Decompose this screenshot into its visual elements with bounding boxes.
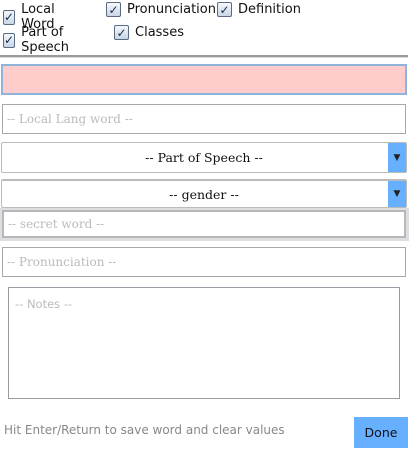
part-of-speech-select[interactable]: -- Part of Speech -- ▼ <box>1 142 407 173</box>
select-value: -- Part of Speech -- <box>145 150 263 165</box>
select-value: -- gender -- <box>169 186 239 202</box>
checkmark-icon: ✓ <box>114 25 129 40</box>
notes-textarea[interactable]: -- Notes -- <box>8 287 400 399</box>
checkmark-icon: ✓ <box>106 2 121 17</box>
gender-select[interactable]: -- gender -- ▼ <box>1 179 407 208</box>
triangle-down-icon[interactable]: ▼ <box>388 143 406 172</box>
local-word-input[interactable]: -- Local Lang word -- <box>2 104 406 134</box>
checkbox-pronunciation[interactable]: ✓ Pronunciation <box>106 2 216 17</box>
checkmark-icon: ✓ <box>3 9 16 25</box>
pronunciation-input[interactable]: -- Pronunciation -- <box>2 247 406 277</box>
checkmark-icon: ✓ <box>217 2 232 17</box>
checkbox-definition[interactable]: ✓ Definition <box>217 2 301 17</box>
secret-word-input[interactable]: -- secret word -- <box>2 210 406 238</box>
separator <box>0 55 408 58</box>
conword-input[interactable] <box>1 64 407 95</box>
checkbox-label: Definition <box>238 2 301 17</box>
checkbox-label: Classes <box>135 25 184 40</box>
checkbox-label: Pronunciation <box>127 2 216 17</box>
checkbox-part-of-speech[interactable]: ✓ Part of Speech <box>3 25 72 55</box>
checkbox-classes[interactable]: ✓ Classes <box>114 25 184 40</box>
hint-text: Hit Enter/Return to save word and clear … <box>4 423 285 437</box>
checkbox-label: Part of Speech <box>21 25 69 55</box>
done-button[interactable]: Done <box>354 417 408 448</box>
checkmark-icon: ✓ <box>3 32 16 48</box>
triangle-down-icon[interactable]: ▼ <box>388 181 406 207</box>
